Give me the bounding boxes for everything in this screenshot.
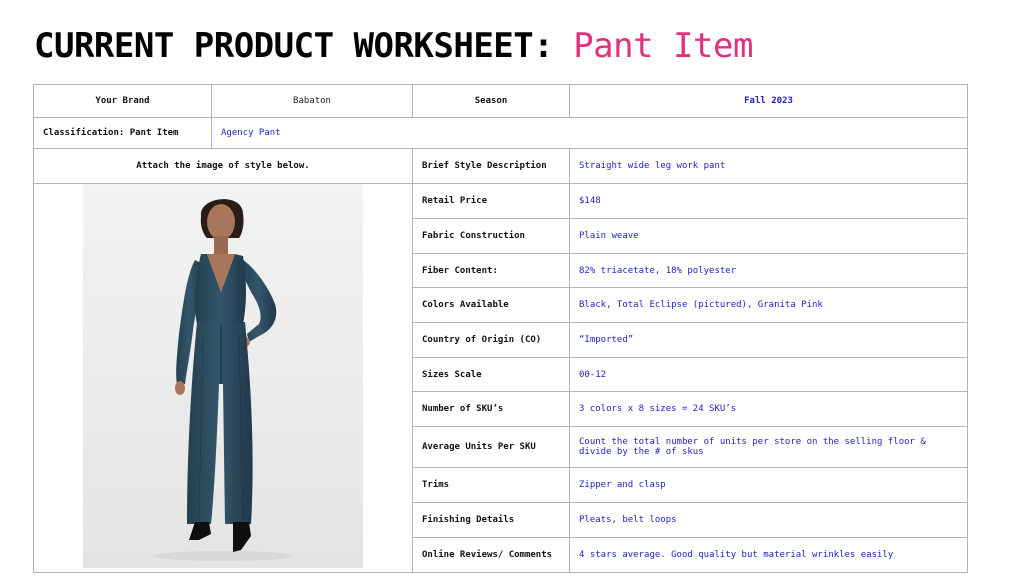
attribute-label: Colors Available [412,287,570,323]
attribute-label: Country of Origin (CO) [412,322,570,358]
attribute-label: Sizes Scale [412,357,570,392]
brand-value[interactable]: Babaton [211,84,413,118]
attribute-label: Online Reviews/ Comments [412,537,570,573]
classification-row: Classification: Pant Item Agency Pant [33,117,968,149]
brand-label: Your Brand [33,84,212,118]
attribute-value[interactable]: $148 [569,183,968,219]
attribute-label: Fabric Construction [412,218,570,254]
table-row: Attach the image of style below. Brief S… [33,148,968,184]
attribute-value[interactable]: Pleats, belt loops [569,502,968,538]
attribute-label: Retail Price [412,183,570,219]
season-value[interactable]: Fall 2023 [569,84,968,118]
attribute-value[interactable]: “Imported” [569,322,968,358]
attribute-value[interactable]: 82% triacetate, 18% polyester [569,253,968,288]
page-title: CURRENT PRODUCT WORKSHEET: Pant Item [34,26,753,66]
header-row: Your Brand Babaton Season Fall 2023 [33,84,968,118]
attribute-value[interactable]: Plain weave [569,218,968,254]
attribute-label: Trims [412,467,570,503]
attribute-value[interactable]: Zipper and clasp [569,467,968,503]
classification-label: Classification: Pant Item [33,117,212,149]
attribute-value[interactable]: 00-12 [569,357,968,392]
attribute-label: Fiber Content: [412,253,570,288]
attribute-value[interactable]: Straight wide leg work pant [569,148,968,184]
attribute-value[interactable]: Count the total number of units per stor… [569,426,968,468]
worksheet-table: Your Brand Babaton Season Fall 2023 Clas… [33,84,968,573]
attribute-value[interactable]: 3 colors x 8 sizes = 24 SKU’s [569,391,968,427]
attribute-label: Number of SKU’s [412,391,570,427]
title-lead: CURRENT PRODUCT WORKSHEET: [34,26,574,66]
classification-value[interactable]: Agency Pant [211,117,968,149]
attribute-value[interactable]: Black, Total Eclipse (pictured), Granita… [569,287,968,323]
table-row: Retail Price $148 [33,183,968,573]
image-instruction: Attach the image of style below. [33,148,413,184]
attribute-label: Average Units Per SKU [412,426,570,468]
style-image-cell[interactable] [33,183,413,573]
season-label: Season [412,84,570,118]
attribute-label: Finishing Details [412,502,570,538]
title-accent: Pant Item [573,26,753,66]
attribute-value[interactable]: 4 stars average. Good quality but materi… [569,537,968,573]
style-photo [83,184,363,568]
attribute-label: Brief Style Description [412,148,570,184]
